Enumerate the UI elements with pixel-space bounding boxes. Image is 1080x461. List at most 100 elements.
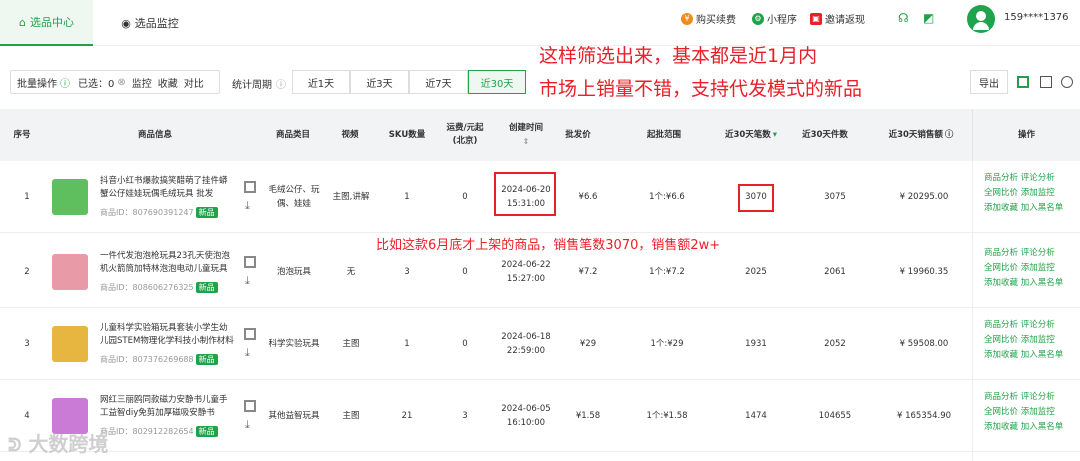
col-index: 序号	[13, 129, 31, 140]
col-pieces[interactable]: 近30天件数	[794, 109, 856, 161]
headset-icon[interactable]: ☊	[898, 11, 909, 25]
product-thumbnail[interactable]	[52, 179, 88, 215]
pieces-30d: 3075	[824, 192, 846, 202]
download-icon[interactable]: ⤓	[245, 346, 250, 360]
batch-range: 1个:¥1.58	[646, 411, 688, 421]
qr-code-icon[interactable]	[244, 328, 256, 340]
row-index: 3	[24, 339, 30, 349]
product-title[interactable]: 儿童科学实验箱玩具套装小学生幼儿园STEM物理化学科技小制作材料	[100, 322, 235, 348]
product-video: 主图,讲解	[332, 192, 370, 202]
sku-count: 1	[404, 339, 410, 349]
download-icon[interactable]: ⤓	[245, 418, 250, 432]
col-orders[interactable]: 近30天笔数 ▾	[716, 109, 786, 161]
col-range: 起批范围	[646, 129, 681, 140]
created-date: 2024-06-18	[501, 332, 551, 342]
user-phone[interactable]: 159****1376	[1004, 12, 1069, 23]
favorite-button[interactable]: 收藏	[158, 75, 178, 90]
created-time: 2024-06-05 16:10:00	[498, 380, 554, 452]
help-icon[interactable]: ⓘ	[945, 129, 954, 142]
created-time: 2024-06-18 22:59:00	[498, 308, 554, 380]
product-video: 无	[346, 267, 356, 277]
clear-icon[interactable]: ⊗	[117, 77, 125, 88]
col-sku[interactable]: SKU数量	[382, 109, 432, 161]
sort-icon[interactable]: ⇕	[523, 135, 530, 148]
product-id-value: 807376269688	[132, 355, 194, 364]
batch-range: 1个:¥29	[650, 339, 684, 349]
mini-program-icon: ⚙	[752, 12, 764, 25]
compare-button[interactable]: 对比	[184, 75, 204, 90]
share-icon[interactable]: ◩	[923, 11, 934, 25]
help-icon[interactable]: ⓘ	[60, 75, 70, 90]
sku-count: 1	[404, 192, 410, 202]
product-id-prefix: 商品ID：	[100, 208, 133, 217]
period-1d[interactable]: 近1天	[292, 70, 350, 94]
col-shipping[interactable]: 运费/元起 (北京)	[440, 109, 490, 161]
wholesale-price: ¥1.58	[575, 411, 601, 421]
list-view-icon[interactable]	[1017, 76, 1029, 88]
shipping-fee: 0	[462, 339, 468, 349]
product-title[interactable]: 网红三丽鸥同款磁力安静书儿童手工益智diy免剪加厚磁吸安静书	[100, 394, 235, 420]
qr-code-icon[interactable]	[244, 400, 256, 412]
product-id-value: 802912282654	[132, 427, 194, 436]
batch-label: 批量操作	[17, 78, 57, 90]
annotation-middle: 比如这款6月底才上架的商品，销售笔数3070，销售额2w+	[376, 234, 721, 253]
new-badge: 新品	[195, 426, 218, 437]
export-button[interactable]: 导出	[970, 70, 1008, 94]
qr-code-icon[interactable]	[244, 256, 256, 268]
table-row[interactable]: 3 儿童科学实验箱玩具套装小学生幼儿园STEM物理化学科技小制作材料 商品ID：…	[0, 308, 1080, 380]
col-created[interactable]: 创建时间 ⇕	[498, 109, 554, 161]
new-badge: 新品	[195, 207, 218, 218]
sales-30d: ¥ 20295.00	[899, 192, 949, 202]
product-title[interactable]: 一件代发泡泡枪玩具23孔天使泡泡机火箭筒加特林泡泡电动儿童玩具	[100, 250, 235, 276]
pieces-30d: 2061	[824, 267, 846, 277]
product-id: 商品ID：807376269688 新品	[100, 354, 218, 365]
pieces-30d: 2052	[824, 339, 846, 349]
col-created-label: 创建时间	[508, 123, 543, 133]
monitor-icon: ◉	[121, 16, 131, 30]
monitor-button[interactable]: 监控	[132, 75, 152, 90]
settings-icon[interactable]	[1061, 76, 1073, 88]
tab-selection-monitor[interactable]: ◉ 选品监控	[110, 0, 190, 46]
qr-code-icon[interactable]	[244, 181, 256, 193]
product-thumbnail[interactable]	[52, 326, 88, 362]
table-header: 序号 商品信息 商品类目 视频 SKU数量 运费/元起 (北京) 创建时间 ⇕ …	[0, 109, 1080, 161]
product-video: 主图	[342, 339, 360, 349]
period-label: 统计周期	[232, 80, 272, 91]
col-price[interactable]: 批发价	[556, 109, 600, 161]
product-title[interactable]: 抖音小红书爆款搞笑醋萌了挂件蟒蟹公仔娃娃玩偶毛绒玩具 批发	[100, 175, 235, 201]
period-30d[interactable]: 近30天	[468, 70, 526, 94]
image-view-icon[interactable]	[1040, 76, 1052, 88]
col-product: 商品信息	[137, 129, 172, 140]
col-sales[interactable]: 近30天销售额 ⓘ	[876, 109, 966, 161]
download-icon[interactable]: ⤓	[245, 199, 250, 213]
purchase-renew-link[interactable]: ¥ 购买续费	[681, 11, 736, 26]
watermark-logo-icon: ᕲ	[8, 435, 22, 456]
product-video: 主图	[342, 411, 360, 421]
tab-selection-center[interactable]: ⌂ 选品中心	[0, 0, 93, 46]
pieces-30d: 104655	[818, 411, 852, 421]
orders-30d: 1474	[745, 411, 767, 421]
col-ops: 操作	[972, 109, 1080, 161]
sku-count: 21	[401, 411, 413, 421]
new-badge: 新品	[195, 282, 218, 293]
col-shipping-line2: (北京)	[452, 136, 478, 146]
product-category: 泡泡玩具	[276, 267, 311, 277]
invite-cashback-link[interactable]: ▣ 邀请返现	[810, 11, 865, 26]
created-date: 2024-06-22	[501, 260, 551, 270]
mini-program-link[interactable]: ⚙ 小程序	[752, 11, 797, 26]
sort-desc-icon[interactable]: ▾	[773, 129, 777, 142]
gift-icon: ▣	[810, 12, 822, 25]
download-icon[interactable]: ⤓	[245, 274, 250, 288]
period-help-icon[interactable]: ⓘ	[276, 76, 286, 91]
product-thumbnail[interactable]	[52, 254, 88, 290]
row-index: 2	[24, 267, 30, 277]
period-3d[interactable]: 近3天	[350, 70, 409, 94]
product-category: 科学实验玩具	[268, 339, 320, 349]
wholesale-price: ¥29	[579, 339, 597, 349]
period-7d[interactable]: 近7天	[409, 70, 468, 94]
product-id-prefix: 商品ID：	[100, 355, 133, 364]
avatar[interactable]	[967, 5, 995, 33]
coin-icon: ¥	[681, 12, 693, 25]
table-row[interactable]: 4 网红三丽鸥同款磁力安静书儿童手工益智diy免剪加厚磁吸安静书 商品ID：80…	[0, 380, 1080, 452]
home-icon: ⌂	[19, 15, 26, 29]
